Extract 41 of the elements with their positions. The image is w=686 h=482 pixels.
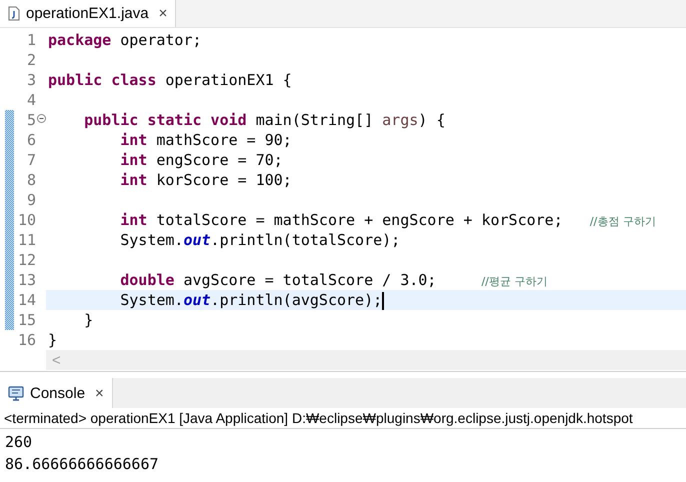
line-number: 10	[18, 211, 36, 229]
code-line: int engScore = 70;	[120, 151, 283, 169]
code-line: package operator;	[48, 31, 202, 49]
collapse-icon[interactable]	[37, 114, 46, 123]
close-icon[interactable]: ×	[95, 384, 104, 402]
line-number: 3	[26, 71, 36, 89]
code-line: int korScore = 100;	[120, 171, 292, 189]
line-number: 5	[26, 111, 36, 129]
monitor-icon	[8, 386, 24, 400]
editor-tab[interactable]: operationEX1.java ×	[0, 0, 176, 27]
line-number: 13	[18, 271, 36, 289]
launch-status: <terminated> operationEX1 [Java Application] D:₩eclipse₩plugins₩org.eclipse.justj.openjdk.hotspot	[4, 410, 633, 426]
console-tab[interactable]: Console ×	[0, 378, 113, 408]
tab-title: operationEX1.java	[26, 5, 149, 22]
close-icon[interactable]: ×	[158, 5, 168, 22]
code-line: System.out.println(totalScore);	[120, 231, 400, 249]
console-output: 86.66666666666667	[5, 455, 159, 473]
line-number: 9	[26, 191, 36, 209]
line-number: 7	[26, 151, 36, 169]
text-cursor	[382, 292, 384, 310]
java-file-icon	[8, 6, 20, 21]
line-number: 8	[26, 171, 36, 189]
code-line: }	[48, 331, 58, 349]
code-line: }	[84, 311, 94, 329]
console-output: 260	[5, 433, 32, 451]
line-number: 14	[18, 291, 36, 309]
line-number: 4	[26, 91, 36, 109]
code-line: int mathScore = 90;	[120, 131, 292, 149]
code-line: double avgScore = totalScore / 3.0; //평균 구하기	[120, 271, 548, 289]
line-number: 2	[26, 51, 36, 69]
code-line: int totalScore = mathScore + engScore + korScore; //총점 구하기	[120, 211, 656, 229]
line-number: 15	[18, 311, 36, 329]
tab-title: Console	[30, 384, 86, 402]
line-number: 6	[26, 131, 36, 149]
code-line: public class operationEX1 {	[48, 71, 292, 89]
code-line: System.out.println(avgScore);	[120, 291, 382, 309]
line-number: 11	[18, 231, 36, 249]
line-number: 12	[18, 251, 36, 269]
line-number: 16	[18, 331, 36, 349]
line-number: 1	[26, 31, 36, 49]
code-line: public static void main(String[] args) {	[84, 111, 446, 129]
